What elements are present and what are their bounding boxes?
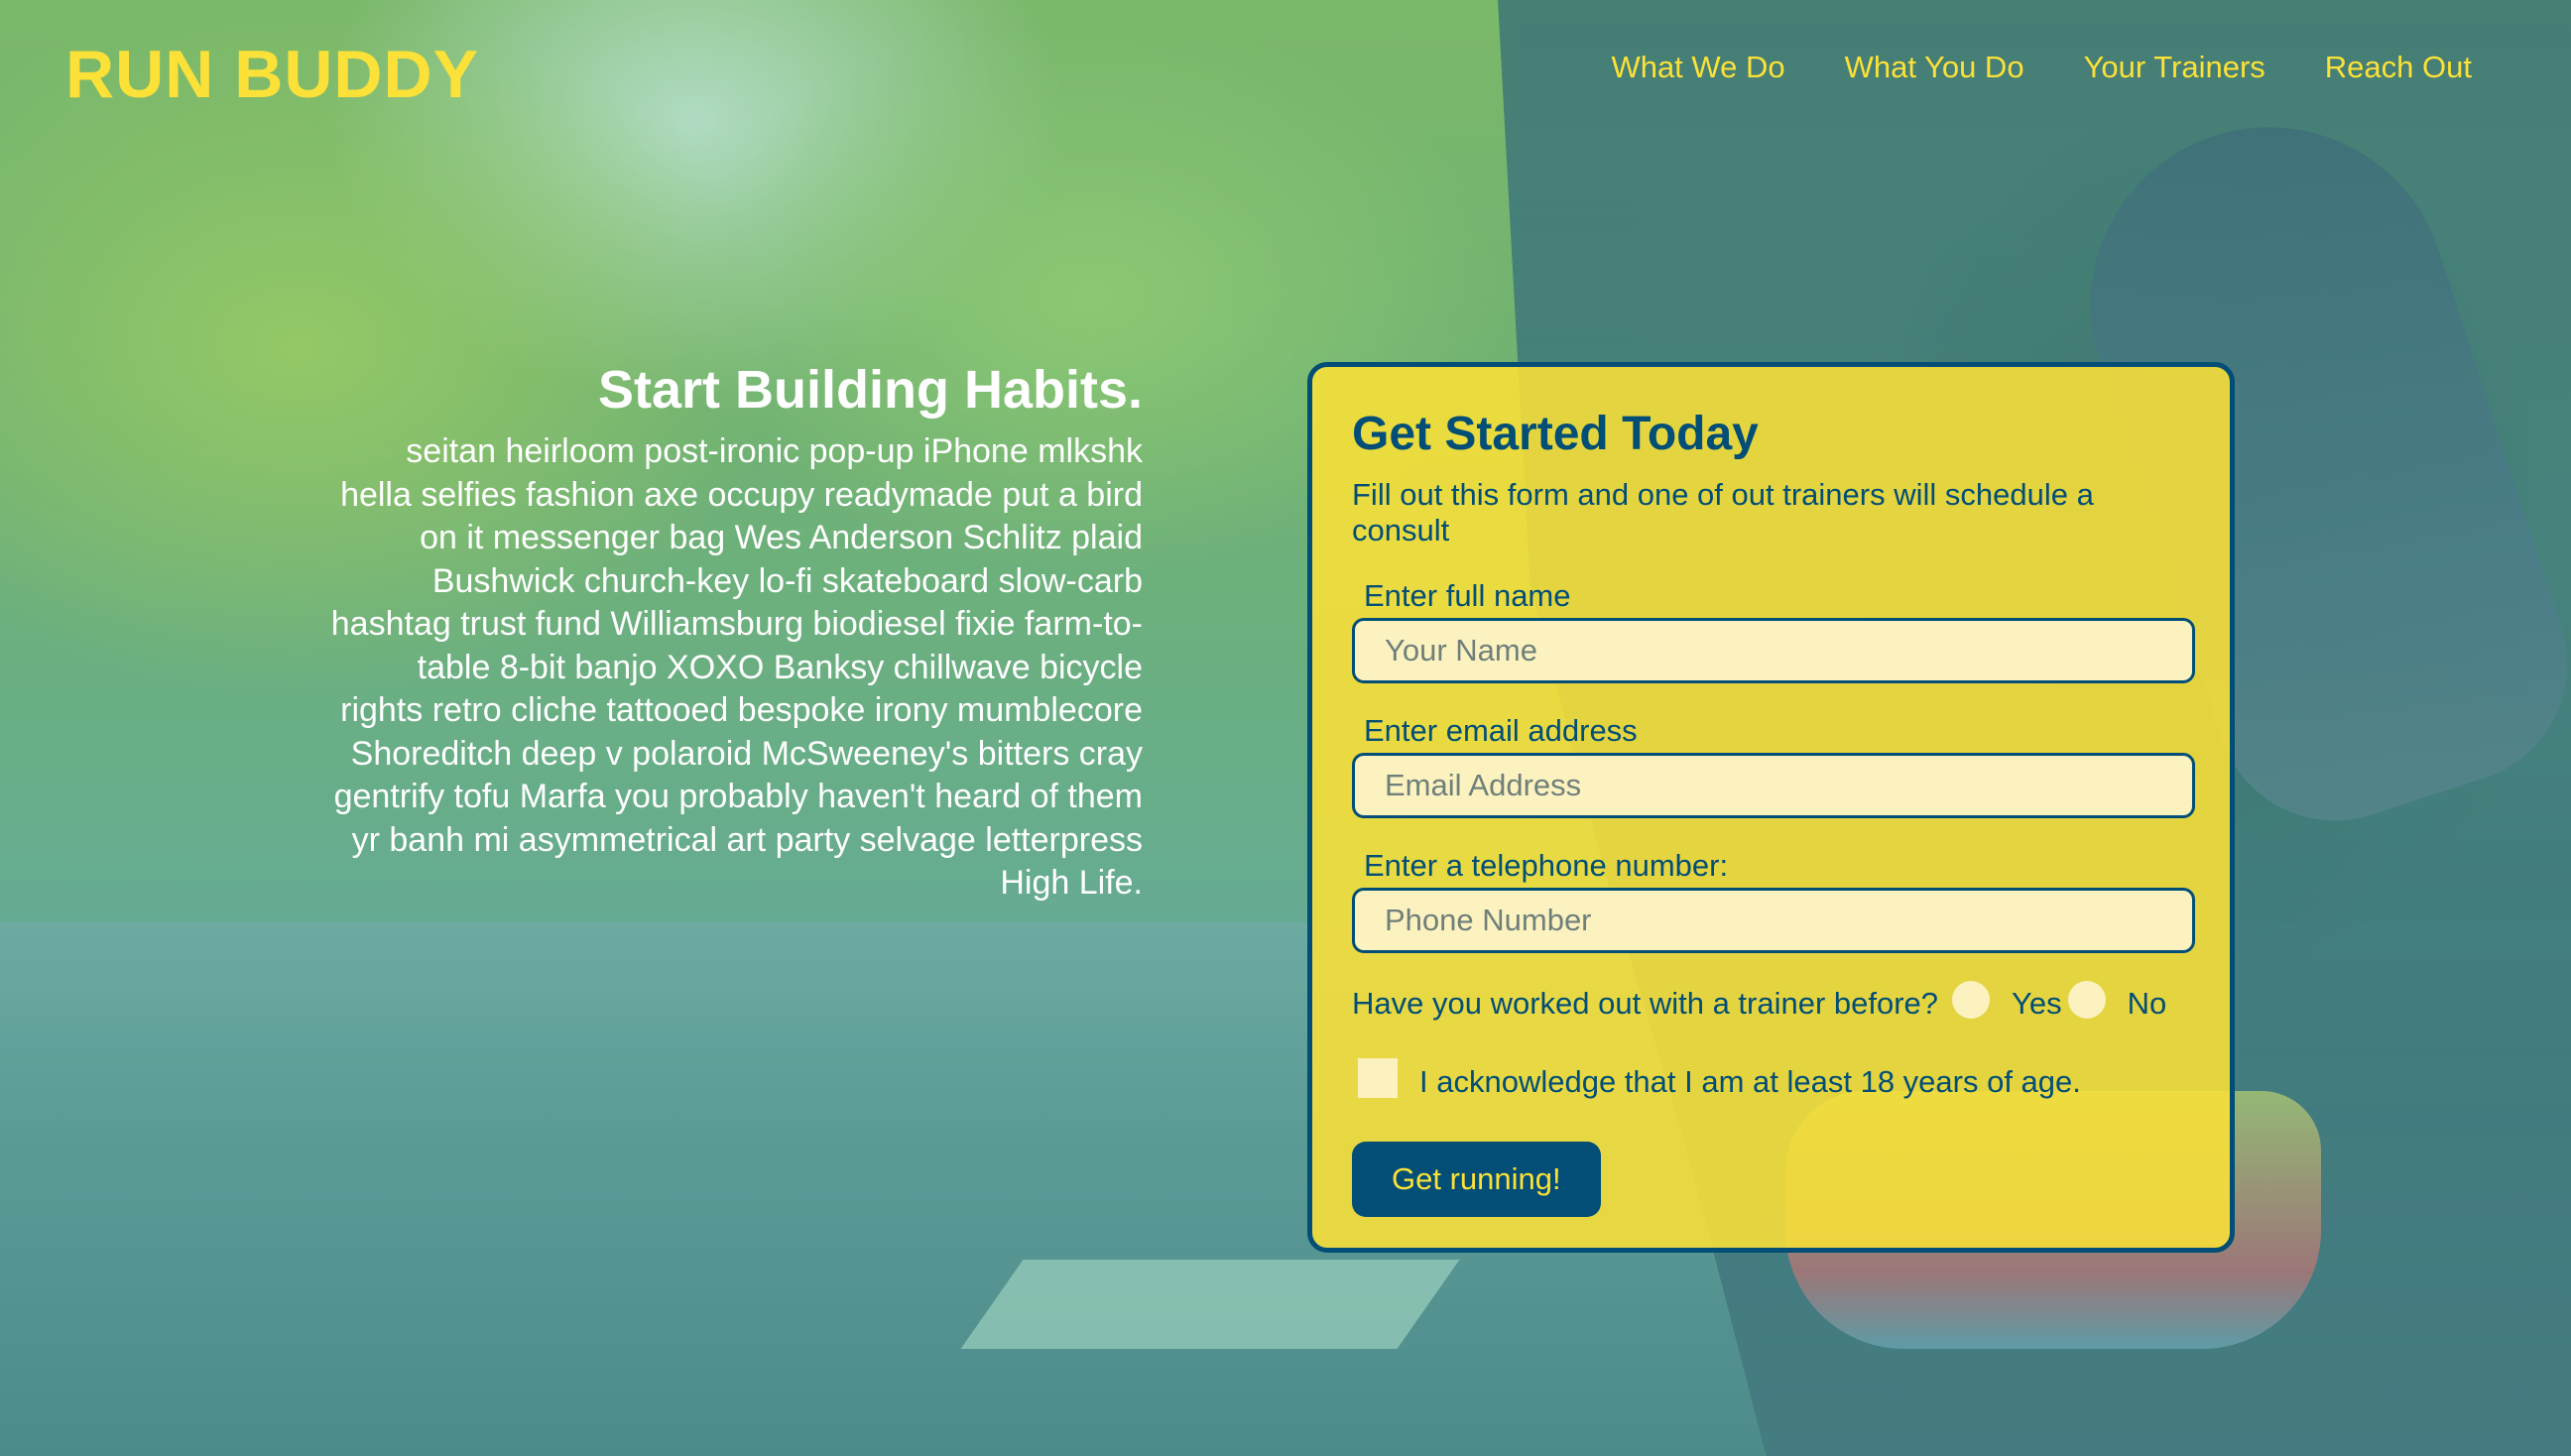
- intro-section: Start Building Habits. seitan heirloom p…: [327, 359, 1143, 906]
- nav-link-what-you-do[interactable]: What You Do: [1845, 50, 2024, 85]
- trainer-question-label: Have you worked out with a trainer befor…: [1352, 986, 1939, 1021]
- form-subtitle: Fill out this form and one of out traine…: [1352, 477, 2094, 547]
- nav-link-what-we-do[interactable]: What We Do: [1611, 50, 1784, 85]
- intro-title: Start Building Habits.: [597, 360, 1143, 420]
- trainer-yes-label: Yes: [2012, 986, 2062, 1021]
- site-logo[interactable]: RUN BUDDY: [65, 36, 479, 113]
- email-input[interactable]: [1352, 753, 2195, 818]
- email-label: Enter email address: [1364, 713, 1638, 748]
- name-label: Enter full name: [1364, 578, 1571, 613]
- name-input[interactable]: [1352, 618, 2195, 683]
- nav-link-reach-out[interactable]: Reach Out: [2325, 50, 2472, 85]
- trainer-no-label: No: [2127, 986, 2167, 1021]
- trainer-question-row: Have you worked out with a trainer befor…: [1352, 981, 2190, 1023]
- page: RUN BUDDY What We Do What You Do Your Tr…: [0, 0, 2571, 1456]
- signup-form: Get Started Today Fill out this form and…: [1307, 362, 2235, 1253]
- main-nav: What We Do What You Do Your Trainers Rea…: [1611, 50, 2472, 85]
- trainer-no-radio[interactable]: [2067, 981, 2106, 1019]
- age-ack-row: I acknowledge that I am at least 18 year…: [1352, 1058, 2190, 1102]
- age-ack-label: I acknowledge that I am at least 18 year…: [1419, 1064, 2081, 1099]
- get-running-button[interactable]: Get running!: [1352, 1142, 1601, 1217]
- age-ack-checkbox[interactable]: [1358, 1058, 1398, 1098]
- phone-label: Enter a telephone number:: [1364, 848, 1729, 883]
- nav-link-your-trainers[interactable]: Your Trainers: [2084, 50, 2265, 85]
- form-title: Get Started Today: [1352, 408, 1759, 460]
- phone-input[interactable]: [1352, 888, 2195, 953]
- intro-body: seitan heirloom post-ironic pop-up iPhon…: [330, 432, 1143, 902]
- trainer-yes-radio[interactable]: [1952, 981, 1991, 1019]
